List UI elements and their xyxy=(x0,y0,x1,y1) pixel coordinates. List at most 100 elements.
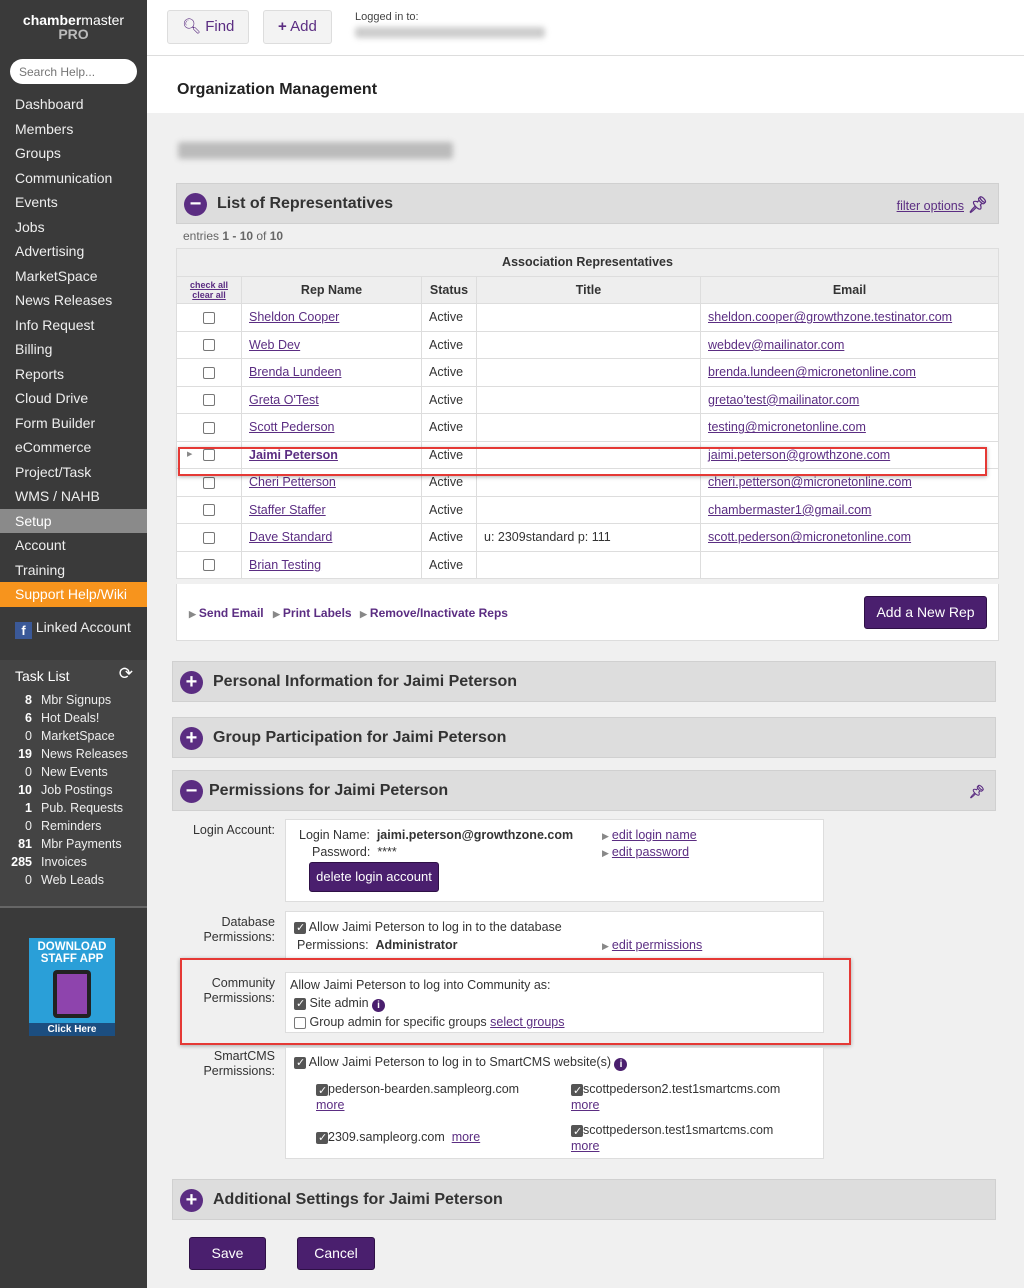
download-staff-app-banner[interactable]: DOWNLOAD STAFF APP Click Here xyxy=(29,938,115,1036)
cms-allow-checkbox[interactable] xyxy=(294,1056,306,1069)
sidebar-item-cloud-drive[interactable]: Cloud Drive xyxy=(0,386,147,411)
sidebar-item-members[interactable]: Members xyxy=(0,117,147,142)
task-item[interactable]: 0 Reminders xyxy=(0,817,147,835)
expand-icon[interactable]: + xyxy=(180,1189,203,1212)
rep-name-link[interactable]: Cheri Petterson xyxy=(249,475,336,489)
row-checkbox[interactable] xyxy=(203,421,215,434)
task-item[interactable]: 0 MarketSpace xyxy=(0,727,147,745)
col-status[interactable]: Status xyxy=(421,275,477,304)
more-link[interactable]: more xyxy=(571,1098,599,1112)
table-row[interactable]: Web Dev Active webdev@mailinator.com xyxy=(176,330,999,359)
sidebar-item-wms-nahb[interactable]: WMS / NAHB xyxy=(0,484,147,509)
sidebar-item-dashboard[interactable]: Dashboard xyxy=(0,92,147,117)
sidebar-item-project-task[interactable]: Project/Task xyxy=(0,460,147,485)
sidebar-item-events[interactable]: Events xyxy=(0,190,147,215)
table-row[interactable]: Staffer Staffer Active chambermaster1@gm… xyxy=(176,495,999,524)
collapse-icon[interactable]: − xyxy=(184,193,207,216)
sidebar-item-form-builder[interactable]: Form Builder xyxy=(0,411,147,436)
edit-permissions-link[interactable]: edit permissions xyxy=(612,938,702,952)
rep-name-link[interactable]: Dave Standard xyxy=(249,530,332,544)
site-checkbox[interactable] xyxy=(571,1083,583,1099)
print-labels-link[interactable]: ▶ Print Labels xyxy=(273,606,352,620)
site-checkbox[interactable] xyxy=(316,1083,328,1099)
sidebar-item-jobs[interactable]: Jobs xyxy=(0,215,147,240)
table-row[interactable]: Greta O'Test Active gretao'test@mailinat… xyxy=(176,385,999,414)
rep-name-link[interactable]: Scott Pederson xyxy=(249,420,334,434)
task-item[interactable]: 0 New Events xyxy=(0,763,147,781)
sidebar-item-communication[interactable]: Communication xyxy=(0,166,147,191)
table-row[interactable]: Brenda Lundeen Active brenda.lundeen@mic… xyxy=(176,358,999,387)
collapse-icon[interactable]: − xyxy=(180,780,203,803)
task-item[interactable]: 81 Mbr Payments xyxy=(0,835,147,853)
save-button[interactable]: Save xyxy=(189,1237,266,1270)
rep-name-link[interactable]: Sheldon Cooper xyxy=(249,310,339,324)
rep-email-link[interactable]: brenda.lundeen@micronetonline.com xyxy=(708,365,916,379)
sidebar-item-training[interactable]: Training xyxy=(0,558,147,583)
find-button[interactable]: 🔍︎ Find xyxy=(167,10,250,44)
col-title[interactable]: Title xyxy=(476,275,701,304)
sidebar-item-ecommerce[interactable]: eCommerce xyxy=(0,435,147,460)
task-item[interactable]: 6 Hot Deals! xyxy=(0,709,147,727)
row-checkbox[interactable] xyxy=(203,366,215,379)
edit-login-name-link[interactable]: edit login name xyxy=(612,828,697,842)
filter-options-link[interactable]: filter options xyxy=(897,199,964,213)
group-participation-header[interactable]: + Group Participation for Jaimi Peterson xyxy=(172,717,996,758)
site-checkbox[interactable] xyxy=(316,1131,328,1144)
sidebar-item-reports[interactable]: Reports xyxy=(0,362,147,387)
sidebar-item-marketspace[interactable]: MarketSpace xyxy=(0,264,147,289)
rep-name-link[interactable]: Greta O'Test xyxy=(249,393,319,407)
row-checkbox[interactable] xyxy=(203,531,215,544)
sidebar-item-setup[interactable]: Setup xyxy=(0,508,147,533)
search-help-input[interactable] xyxy=(10,59,137,84)
send-email-link[interactable]: ▶ Send Email xyxy=(189,606,264,620)
table-row[interactable]: Dave Standard Active u: 2309standard p: … xyxy=(176,523,999,552)
delete-login-button[interactable]: delete login account xyxy=(309,862,439,892)
expand-icon[interactable]: + xyxy=(180,727,203,750)
clear-all-link[interactable]: clear all xyxy=(192,290,226,300)
reps-panel-header[interactable]: − List of Representatives filter options … xyxy=(176,183,999,224)
rep-email-link[interactable]: webdev@mailinator.com xyxy=(708,338,844,352)
sidebar-item-news-releases[interactable]: News Releases xyxy=(0,288,147,313)
more-link[interactable]: more xyxy=(316,1098,344,1112)
site-checkbox[interactable] xyxy=(571,1124,583,1140)
linked-account[interactable]: f Linked Account xyxy=(0,615,147,640)
add-button[interactable]: + Add xyxy=(263,10,332,44)
col-rep-name[interactable]: Rep Name xyxy=(241,275,422,304)
db-allow-checkbox[interactable] xyxy=(294,921,306,934)
row-checkbox[interactable] xyxy=(203,504,215,517)
row-checkbox[interactable] xyxy=(203,339,215,352)
rep-name-link[interactable]: Brian Testing xyxy=(249,558,321,572)
sidebar-item-billing[interactable]: Billing xyxy=(0,337,147,362)
sidebar-item-info-request[interactable]: Info Request xyxy=(0,313,147,338)
row-checkbox[interactable] xyxy=(203,311,215,324)
task-item[interactable]: 1 Pub. Requests xyxy=(0,799,147,817)
check-all-link[interactable]: check all xyxy=(190,280,228,290)
table-row[interactable]: Scott Pederson Active testing@microneton… xyxy=(176,413,999,442)
task-item[interactable]: 285 Invoices xyxy=(0,853,147,871)
rep-email-link[interactable]: sheldon.cooper@growthzone.testinator.com xyxy=(708,310,952,324)
table-row[interactable]: Sheldon Cooper Active sheldon.cooper@gro… xyxy=(176,303,999,332)
col-email[interactable]: Email xyxy=(700,275,999,304)
logo[interactable]: chambermaster PRO xyxy=(0,0,147,41)
expand-icon[interactable]: + xyxy=(180,671,203,694)
table-row[interactable]: Brian Testing Active xyxy=(176,550,999,579)
sidebar-item-support-help-wiki[interactable]: Support Help/Wiki xyxy=(0,582,147,607)
pin-icon[interactable]: 📌︎ xyxy=(968,784,985,800)
personal-info-header[interactable]: + Personal Information for Jaimi Peterson xyxy=(172,661,996,702)
info-icon[interactable]: i xyxy=(614,1058,628,1071)
rep-email-link[interactable]: scott.pederson@micronetonline.com xyxy=(708,530,911,544)
add-new-rep-button[interactable]: Add a New Rep xyxy=(864,596,987,629)
rep-name-link[interactable]: Staffer Staffer xyxy=(249,503,326,517)
task-item[interactable]: 19 News Releases xyxy=(0,745,147,763)
sidebar-item-advertising[interactable]: Advertising xyxy=(0,239,147,264)
rep-email-link[interactable]: cheri.petterson@micronetonline.com xyxy=(708,475,912,489)
more-link[interactable]: more xyxy=(452,1130,480,1144)
rep-name-link[interactable]: Web Dev xyxy=(249,338,300,352)
remove-reps-link[interactable]: ▶ Remove/Inactivate Reps xyxy=(360,606,508,620)
sidebar-item-account[interactable]: Account xyxy=(0,533,147,558)
row-checkbox[interactable] xyxy=(203,559,215,572)
row-checkbox[interactable] xyxy=(203,476,215,489)
row-checkbox[interactable] xyxy=(203,394,215,407)
task-item[interactable]: 8 Mbr Signups xyxy=(0,691,147,709)
permissions-header[interactable]: − Permissions for Jaimi Peterson 📌︎ xyxy=(172,770,996,811)
